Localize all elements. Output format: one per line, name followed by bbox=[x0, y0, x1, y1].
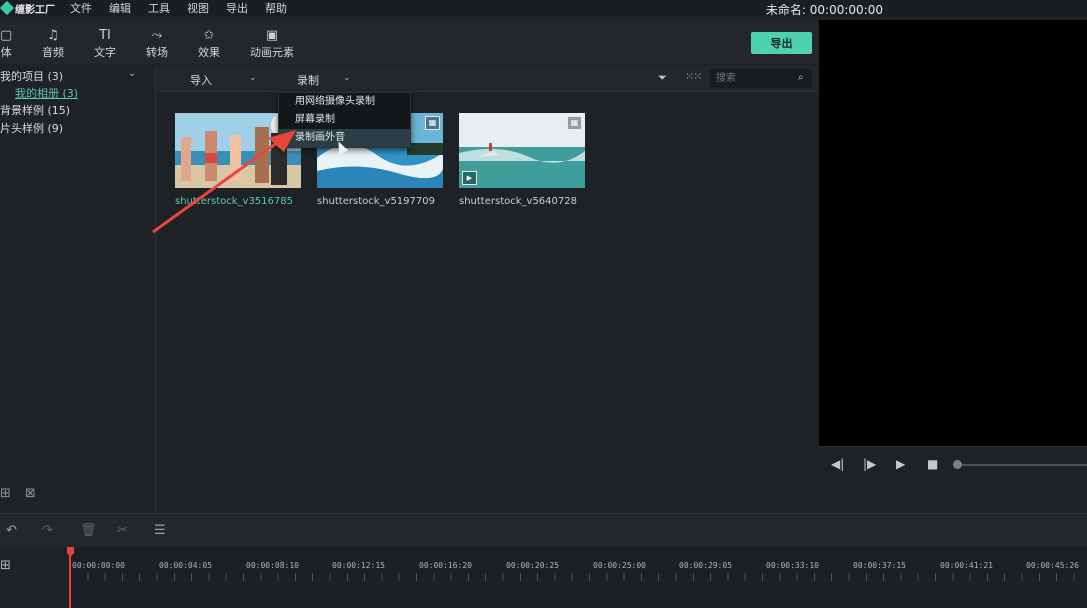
tab-transition[interactable]: ⤳ 转场 bbox=[146, 28, 168, 60]
add-track-icon[interactable]: ⊞ bbox=[0, 558, 11, 573]
timecode-label: 00:00:00:00 bbox=[72, 561, 125, 570]
app-logo: 缠影工厂 bbox=[0, 0, 70, 16]
cut-icon[interactable]: ✂ bbox=[117, 523, 128, 538]
preview-scrubber[interactable] bbox=[957, 464, 1087, 466]
chevron-down-icon[interactable]: ⌄ bbox=[249, 73, 257, 83]
media-icon: ▢ bbox=[0, 28, 13, 43]
media-toolbar: 导入 ⌄ 录制 ⌄ ⏷ ⁙⁙ ⌕ bbox=[157, 66, 818, 92]
library-item-label: 我的相册 (3) bbox=[15, 87, 79, 100]
timecode-label: 00:00:45:26 bbox=[1026, 561, 1079, 570]
logo-icon bbox=[0, 0, 15, 16]
library-item-label: 背景样例 (15) bbox=[0, 104, 71, 117]
timeline-toolbar: ↶ ↷ 🗑 ✂ ☰ bbox=[0, 513, 1087, 547]
menu-edit[interactable]: 编辑 bbox=[109, 0, 131, 16]
menu-view[interactable]: 视图 bbox=[187, 0, 209, 16]
logo-text: 缠影工厂 bbox=[15, 4, 55, 16]
play-icon: ▶ bbox=[462, 171, 477, 185]
tab-elements[interactable]: ▣ 动画元素 bbox=[250, 28, 294, 60]
menu-tools[interactable]: 工具 bbox=[148, 0, 170, 16]
delete-icon[interactable]: 🗑 bbox=[80, 523, 97, 538]
step-back-icon[interactable]: ◀| bbox=[831, 457, 844, 471]
timecode-label: 00:00:04:05 bbox=[159, 561, 212, 570]
media-clip[interactable]: ▦ ▶ shutterstock_v5640728 bbox=[459, 113, 585, 207]
search-icon[interactable]: ⌕ bbox=[798, 72, 804, 83]
main-toolbar: ▢ 体 ♫ 音频 TI 文字 ⤳ 转场 ✩ 效果 ▣ 动画元素 导出 bbox=[0, 20, 818, 64]
tab-text-label: 文字 bbox=[94, 46, 116, 59]
menu-item-screen-record[interactable]: 屏幕录制 bbox=[279, 111, 410, 129]
chevron-down-icon[interactable]: ⌄ bbox=[128, 68, 136, 79]
clip-name: shutterstock_v5197709 bbox=[317, 196, 435, 207]
menu-help[interactable]: 帮助 bbox=[265, 0, 287, 16]
preview-window bbox=[819, 20, 1087, 446]
menu-export[interactable]: 导出 bbox=[226, 0, 248, 16]
film-icon: ▦ bbox=[425, 116, 440, 130]
track-header: ⊞ bbox=[0, 547, 70, 608]
menu-item-webcam-record[interactable]: 用网络摄像头录制 bbox=[279, 93, 410, 111]
tab-effects[interactable]: ✩ 效果 bbox=[198, 28, 220, 60]
play-icon[interactable]: ▶ bbox=[896, 457, 905, 471]
timecode-label: 00:00:25:00 bbox=[593, 561, 646, 570]
tab-effects-label: 效果 bbox=[198, 46, 220, 59]
menu-bar: 缠影工厂 文件 编辑 工具 视图 导出 帮助 未命名: 00:00:00:00 bbox=[0, 0, 1087, 17]
remove-folder-icon[interactable]: ⊠ bbox=[25, 486, 36, 501]
timecode-label: 00:00:29:05 bbox=[679, 561, 732, 570]
timecode-label: 00:00:16:20 bbox=[419, 561, 472, 570]
search-input[interactable] bbox=[710, 69, 812, 88]
timecode-label: 00:00:37:15 bbox=[853, 561, 906, 570]
ruler-ticks bbox=[70, 573, 1087, 581]
timecode-label: 00:00:08:10 bbox=[246, 561, 299, 570]
menu-file[interactable]: 文件 bbox=[70, 0, 92, 16]
scrubber-handle[interactable] bbox=[953, 460, 962, 469]
timecode-label: 00:00:20:25 bbox=[506, 561, 559, 570]
effects-icon: ✩ bbox=[203, 28, 215, 43]
timecode-label: 00:00:41:21 bbox=[940, 561, 993, 570]
clip-name: shutterstock_v5640728 bbox=[459, 196, 577, 207]
library-actions: ⊞ ⊠ bbox=[0, 486, 36, 501]
tab-audio[interactable]: ♫ 音频 bbox=[42, 28, 64, 60]
filter-icon[interactable]: ⏷ bbox=[658, 71, 667, 85]
step-forward-icon[interactable]: |▶ bbox=[863, 457, 876, 471]
clip-thumbnail[interactable]: ▦ ▶ bbox=[459, 113, 585, 188]
timecode-label: 00:00:12:15 bbox=[332, 561, 385, 570]
tab-media[interactable]: ▢ 体 bbox=[0, 28, 12, 60]
text-icon: TI bbox=[99, 28, 111, 43]
tab-text[interactable]: TI 文字 bbox=[94, 28, 116, 60]
film-icon: ▦ bbox=[567, 116, 582, 130]
library-item-my-album[interactable]: 我的相册 (3) bbox=[15, 85, 78, 101]
library-item-intros[interactable]: 片头样例 (9) bbox=[0, 120, 63, 136]
grid-view-icon[interactable]: ⁙⁙ bbox=[685, 70, 702, 83]
music-note-icon: ♫ bbox=[47, 28, 59, 43]
library-item-label: 我的项目 (3) bbox=[0, 70, 64, 83]
tab-elements-label: 动画元素 bbox=[250, 46, 294, 59]
timeline-ruler[interactable]: ⊞ 00:00:00:00 00:00:04:05 00:00:08:10 00… bbox=[0, 547, 1087, 608]
transition-icon: ⤳ bbox=[151, 28, 163, 43]
export-button[interactable]: 导出 bbox=[751, 32, 812, 54]
library-panel: 我的项目 (3) ⌄ 我的相册 (3) 背景样例 (15) 片头样例 (9) ⊞… bbox=[0, 66, 156, 511]
library-item-backgrounds[interactable]: 背景样例 (15) bbox=[0, 102, 70, 118]
record-button[interactable]: 录制 bbox=[297, 72, 319, 88]
undo-icon[interactable]: ↶ bbox=[6, 523, 17, 538]
chevron-down-icon[interactable]: ⌄ bbox=[343, 73, 351, 83]
image-icon: ▣ bbox=[265, 28, 279, 43]
tab-transition-label: 转场 bbox=[146, 46, 168, 59]
library-item-my-project[interactable]: 我的项目 (3) bbox=[0, 68, 63, 84]
project-title: 未命名: 00:00:00:00 bbox=[765, 3, 883, 17]
redo-icon[interactable]: ↷ bbox=[42, 523, 53, 538]
adjust-icon[interactable]: ☰ bbox=[154, 523, 166, 538]
library-item-label: 片头样例 (9) bbox=[0, 122, 64, 135]
red-arrow-annotation bbox=[152, 130, 296, 234]
stop-icon[interactable]: ■ bbox=[927, 457, 938, 471]
tab-media-label: 体 bbox=[0, 46, 12, 59]
tab-audio-label: 音频 bbox=[42, 46, 64, 59]
add-folder-icon[interactable]: ⊞ bbox=[0, 486, 11, 501]
timecode-label: 00:00:33:10 bbox=[766, 561, 819, 570]
import-button[interactable]: 导入 bbox=[190, 72, 212, 88]
preview-controls: ◀| |▶ ▶ ■ bbox=[819, 446, 1087, 511]
